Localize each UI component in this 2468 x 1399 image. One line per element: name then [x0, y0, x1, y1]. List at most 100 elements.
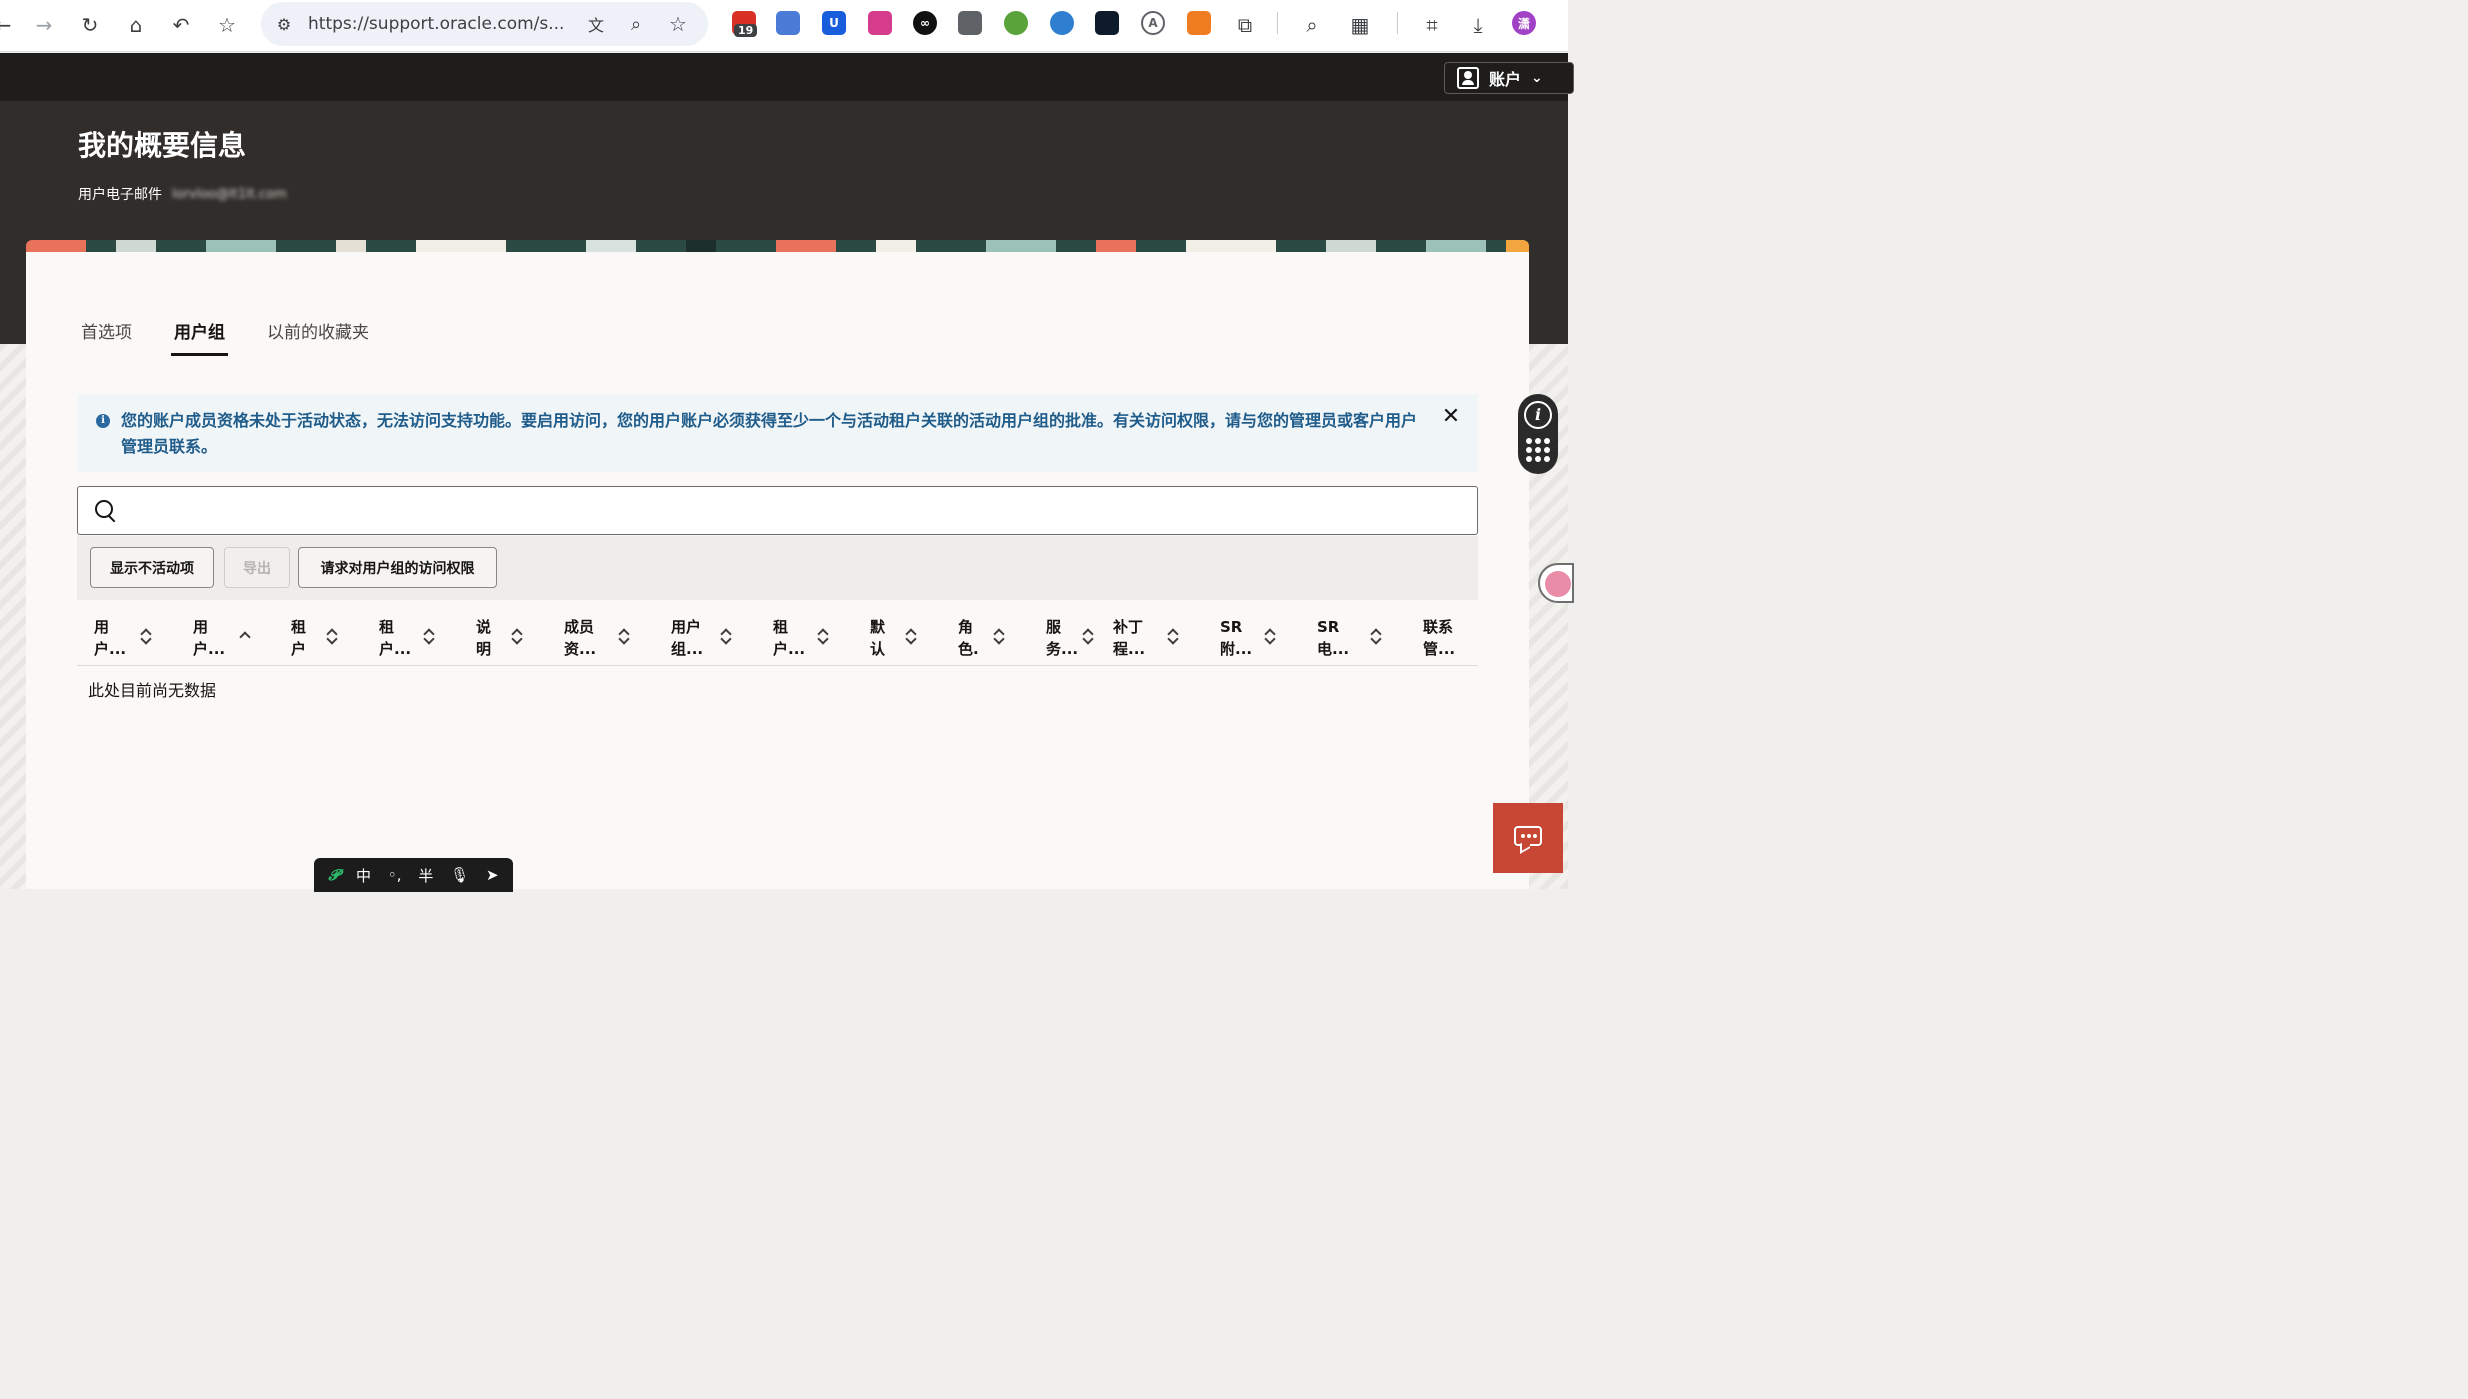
- sort-ascending-icon[interactable]: [239, 628, 251, 644]
- column-header[interactable]: 说明: [476, 616, 491, 660]
- ime-language-toggle[interactable]: 中: [356, 865, 371, 886]
- column-header[interactable]: 成员 资...: [564, 616, 596, 660]
- column-header[interactable]: 默认: [870, 616, 885, 660]
- qr-code-icon[interactable]: ▦: [1343, 8, 1377, 42]
- search-icon[interactable]: ⌕: [1295, 8, 1329, 42]
- extension-pink-icon[interactable]: [868, 11, 892, 35]
- column-header-line1: 租: [773, 618, 789, 636]
- extensions-puzzle-icon[interactable]: ⧉: [1228, 8, 1262, 42]
- column-header[interactable]: 服务...: [1046, 616, 1078, 660]
- tab-user-groups[interactable]: 用户组: [171, 318, 228, 356]
- tab-previous-favorites[interactable]: 以前的收藏夹: [267, 318, 369, 356]
- extension-green-icon[interactable]: [1004, 11, 1028, 35]
- empty-table-message: 此处目前尚无数据: [88, 681, 217, 700]
- column-header[interactable]: SR 附...: [1220, 616, 1252, 660]
- ime-logo-icon[interactable]: 𝓟: [328, 866, 339, 884]
- column-header-line1: 角: [958, 618, 974, 636]
- sort-icon[interactable]: [511, 628, 523, 644]
- search-input[interactable]: [128, 487, 1468, 534]
- main-card: 首选项 用户组 以前的收藏夹 i 您的账户成员资格未处于活动状态，无法访问支持功…: [26, 252, 1529, 889]
- column-header-line2: 户...: [379, 640, 412, 658]
- column-header[interactable]: 补丁 程...: [1113, 616, 1145, 660]
- address-url[interactable]: https://support.oracle.com/s...: [308, 2, 564, 46]
- forward-icon[interactable]: →: [27, 8, 61, 42]
- download-icon[interactable]: ⤓: [1461, 8, 1495, 42]
- show-inactive-button[interactable]: 显示不活动项: [90, 547, 214, 588]
- column-header-line1: SR: [1220, 618, 1243, 636]
- extension-globe-icon[interactable]: [1050, 11, 1074, 35]
- column-header[interactable]: 用户...: [193, 616, 225, 660]
- extension-infinity-icon[interactable]: ∞: [913, 11, 937, 35]
- column-header[interactable]: 租户...: [773, 616, 805, 660]
- reload-icon[interactable]: ↻: [73, 8, 107, 42]
- apps-grid-icon[interactable]: [1526, 438, 1550, 462]
- column-header[interactable]: 用户...: [94, 616, 126, 660]
- column-header[interactable]: 用户组...: [671, 616, 703, 660]
- chat-button[interactable]: [1493, 803, 1563, 873]
- table-header: 用户... 用户... 租户租户... 说明成员 资... 用户 组... 租户... 默认角色…: [77, 612, 1478, 666]
- column-header-line2: 组...: [671, 640, 704, 658]
- star-icon[interactable]: ☆: [661, 7, 695, 41]
- page-title: 我的概要信息: [78, 129, 247, 162]
- column-header[interactable]: 租户...: [379, 616, 411, 660]
- sort-icon[interactable]: [720, 628, 732, 644]
- extension-grid-icon[interactable]: [958, 11, 982, 35]
- column-header-line1: 服: [1046, 618, 1062, 636]
- column-header-line2: 管...: [1423, 640, 1456, 658]
- column-header[interactable]: 租户: [291, 616, 306, 660]
- translate-icon[interactable]: 文: [579, 7, 613, 41]
- account-label: 账户: [1489, 70, 1522, 89]
- ime-punctuation-toggle[interactable]: ◦,: [388, 866, 402, 884]
- extension-apps-icon[interactable]: [776, 11, 800, 35]
- back-icon[interactable]: ←: [0, 8, 20, 42]
- column-header-line2: 户: [291, 640, 307, 658]
- info-icon: i: [96, 414, 110, 428]
- account-menu-button[interactable]: 账户 ⌄: [1444, 62, 1574, 94]
- close-icon[interactable]: ✕: [1438, 404, 1464, 430]
- extension-orange-icon[interactable]: [1187, 11, 1211, 35]
- extension-dark-icon[interactable]: [1095, 11, 1119, 35]
- address-bar[interactable]: ⚙ https://support.oracle.com/s... 文 ⌕ ☆: [261, 2, 708, 46]
- email-row: 用户电子邮件 lorvloo@lt1lt.com: [78, 184, 287, 204]
- badge-count: 19: [734, 24, 758, 37]
- column-header-line2: 附...: [1220, 640, 1253, 658]
- extension-a-icon[interactable]: A: [1141, 11, 1165, 35]
- column-header-line1: 用户: [671, 618, 702, 636]
- search-field[interactable]: [77, 486, 1478, 535]
- column-header[interactable]: SR 电...: [1317, 616, 1349, 660]
- sort-icon[interactable]: [993, 628, 1005, 644]
- sort-icon[interactable]: [618, 628, 630, 644]
- sort-icon[interactable]: [1167, 628, 1179, 644]
- tab-preferences[interactable]: 首选项: [81, 318, 132, 356]
- ime-width-toggle[interactable]: 半: [418, 865, 433, 886]
- bookmark-star-icon[interactable]: ☆: [210, 8, 244, 42]
- floating-assistant-icon[interactable]: [1538, 563, 1574, 603]
- undo-icon[interactable]: ↶: [164, 8, 198, 42]
- crop-icon[interactable]: ⌗: [1415, 8, 1449, 42]
- site-settings-icon[interactable]: ⚙: [267, 7, 301, 41]
- send-icon[interactable]: ➤: [486, 866, 499, 884]
- export-button[interactable]: 导出: [224, 547, 290, 588]
- table-toolbar: 显示不活动项 导出 请求对用户组的访问权限: [77, 536, 1478, 600]
- column-header-line1: 默: [870, 618, 886, 636]
- sort-icon[interactable]: [1264, 628, 1276, 644]
- sort-icon[interactable]: [423, 628, 435, 644]
- extension-bitwarden-icon[interactable]: U: [822, 11, 846, 35]
- request-access-button[interactable]: 请求对用户组的访问权限: [298, 547, 497, 588]
- column-header-line2: 务...: [1046, 640, 1079, 658]
- sort-icon[interactable]: [1082, 628, 1094, 644]
- zoom-icon[interactable]: ⌕: [619, 7, 653, 41]
- sort-icon[interactable]: [326, 628, 338, 644]
- info-circle-icon[interactable]: i: [1524, 401, 1552, 429]
- sort-icon[interactable]: [905, 628, 917, 644]
- column-header[interactable]: 角色.: [958, 616, 979, 660]
- profile-avatar[interactable]: 潇: [1512, 11, 1536, 35]
- sort-icon[interactable]: [140, 628, 152, 644]
- microphone-icon[interactable]: 🎙: [450, 866, 469, 884]
- column-header[interactable]: 联系 管...: [1423, 616, 1455, 660]
- info-banner: i 您的账户成员资格未处于活动状态，无法访问支持功能。要启用访问，您的用户账户必…: [78, 394, 1478, 472]
- sort-icon[interactable]: [1370, 628, 1382, 644]
- sort-icon[interactable]: [817, 628, 829, 644]
- toolbar-divider: [1397, 12, 1398, 34]
- home-icon[interactable]: ⌂: [119, 8, 153, 42]
